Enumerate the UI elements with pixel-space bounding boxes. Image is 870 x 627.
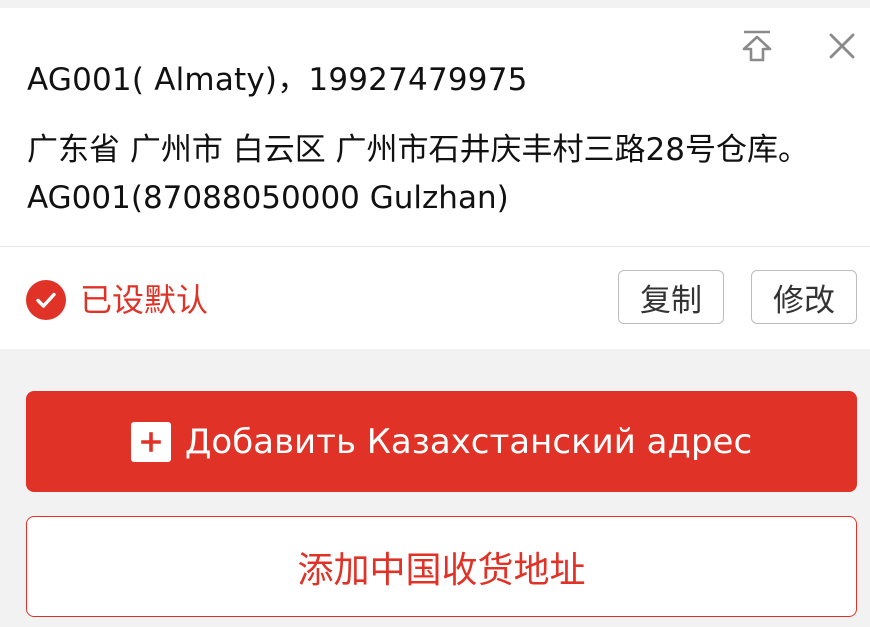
copy-button[interactable]: 复制: [618, 270, 724, 324]
add-china-address-button[interactable]: 添加中国收货地址: [26, 516, 857, 617]
address-card: AG001( Almaty)，19927479975 广东省 广州市 白云区 广…: [0, 8, 870, 349]
top-spacer: [0, 0, 870, 8]
check-circle-icon: [26, 280, 66, 320]
default-address-toggle[interactable]: 已设默认: [26, 280, 208, 320]
divider: [0, 246, 870, 247]
address-card-body: AG001( Almaty)，19927479975 广东省 广州市 白云区 广…: [0, 8, 870, 246]
address-text: 广东省 广州市 白云区 广州市石井庆丰村三路28号仓库。AG001(870880…: [27, 132, 810, 216]
add-china-address-label: 添加中国收货地址: [297, 549, 586, 591]
recipient-name-phone: AG001( Almaty)，19927479975: [27, 62, 528, 98]
edit-button[interactable]: 修改: [751, 270, 857, 324]
pin-to-top-icon[interactable]: [737, 26, 777, 66]
plus-icon: [130, 421, 171, 462]
add-kazakhstan-address-label: Добавить Казахстанский адрес: [184, 421, 753, 462]
add-kazakhstan-address-button[interactable]: Добавить Казахстанский адрес: [26, 391, 857, 492]
default-label: 已设默认: [80, 281, 209, 319]
close-icon[interactable]: [822, 26, 862, 66]
